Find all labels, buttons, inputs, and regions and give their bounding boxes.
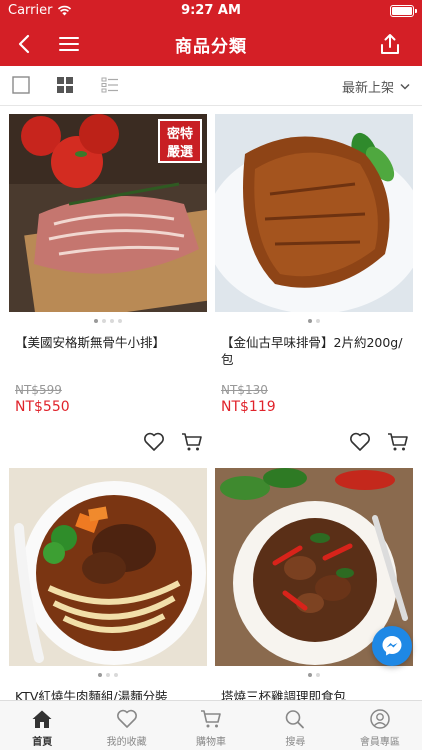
steak-photo: 密特 嚴選 — [9, 114, 207, 312]
user-icon — [370, 709, 390, 729]
card-actions — [143, 432, 203, 456]
badge-text-bottom: 嚴選 — [167, 144, 193, 160]
chevron-down-icon — [400, 83, 410, 90]
view-toolbar: 最新上架 — [0, 66, 422, 106]
tab-favorites[interactable]: 我的收藏 — [84, 701, 168, 750]
cart-icon — [388, 433, 408, 451]
battery-icon — [390, 5, 417, 17]
card-actions — [349, 432, 409, 456]
heart-icon — [144, 432, 164, 451]
tab-label: 會員專區 — [359, 737, 400, 748]
original-price: NT$130 — [221, 383, 268, 397]
share-icon — [381, 34, 399, 54]
tab-home[interactable]: 首頁 — [0, 701, 84, 750]
product-name: 【金仙古早味排骨】2片約200g/包 — [221, 335, 403, 367]
list-icon — [101, 77, 118, 93]
tab-search[interactable]: 搜尋 — [253, 701, 337, 750]
favorite-button[interactable] — [143, 432, 165, 456]
tab-bar: 首頁 我的收藏 購物車 搜尋 會員專區 — [0, 700, 422, 750]
messenger-icon — [382, 636, 402, 656]
product-name: 【美國安格斯無骨牛小排】 — [15, 335, 166, 350]
product-card[interactable]: 密特 嚴選 【美國安格斯無骨牛小排】 NT$599 NT$550 — [9, 114, 207, 451]
square-icon — [12, 76, 30, 94]
product-grid: 密特 嚴選 【美國安格斯無骨牛小排】 NT$599 NT$550 【金仙古早味排… — [0, 106, 422, 700]
heart-icon — [350, 432, 370, 451]
share-button[interactable] — [376, 30, 404, 58]
product-card[interactable]: KTV紅燒牛肉麵組/湯麵分裝 — [9, 468, 207, 700]
sort-dropdown[interactable]: 最新上架 — [342, 77, 410, 96]
pork-chop-photo — [215, 114, 413, 312]
tab-label: 首頁 — [32, 737, 53, 748]
home-icon — [32, 710, 52, 728]
page-title: 商品分類 — [175, 37, 247, 57]
favorite-button[interactable] — [349, 432, 371, 456]
add-to-cart-button[interactable] — [181, 432, 203, 456]
image-pager-dots — [215, 673, 413, 679]
sale-price: NT$119 — [221, 399, 276, 415]
grid-icon — [57, 77, 73, 93]
search-icon — [286, 710, 305, 729]
product-image[interactable]: 密特 嚴選 — [9, 114, 207, 312]
tab-member[interactable]: 會員專區 — [338, 701, 422, 750]
messenger-chat-button[interactable] — [372, 626, 412, 666]
product-name: KTV紅燒牛肉麵組/湯麵分裝 — [15, 689, 168, 700]
tab-label: 購物車 — [196, 737, 227, 748]
tab-label: 我的收藏 — [106, 737, 147, 748]
add-to-cart-button[interactable] — [387, 432, 409, 456]
original-price: NT$599 — [15, 383, 62, 397]
cart-icon — [182, 433, 202, 451]
badge-text-top: 密特 — [166, 126, 193, 142]
product-card[interactable]: 【金仙古早味排骨】2片約200g/包 NT$130 NT$119 — [215, 114, 413, 451]
image-pager-dots — [9, 319, 207, 325]
list-view-button[interactable] — [101, 76, 121, 96]
product-image[interactable] — [9, 468, 207, 666]
heart-icon — [116, 709, 137, 728]
sort-label: 最新上架 — [341, 81, 394, 96]
image-pager-dots — [215, 319, 413, 325]
tab-cart[interactable]: 購物車 — [169, 701, 253, 750]
nav-bar: 商品分類 — [0, 22, 422, 66]
single-view-button[interactable] — [12, 76, 32, 96]
cart-icon — [201, 710, 221, 728]
image-pager-dots — [9, 673, 207, 679]
clock: 9:27 AM — [181, 3, 241, 18]
product-name: 塔燒三杯雞調理即食包 — [221, 689, 347, 700]
grid-view-button[interactable] — [56, 76, 76, 96]
status-bar: Carrier 9:27 AM — [0, 0, 422, 22]
sale-price: NT$550 — [15, 399, 70, 415]
product-image[interactable] — [215, 114, 413, 312]
tab-label: 搜尋 — [285, 737, 306, 748]
product-card[interactable]: 塔燒三杯雞調理即食包 — [215, 468, 413, 700]
beef-noodle-photo — [9, 468, 207, 666]
